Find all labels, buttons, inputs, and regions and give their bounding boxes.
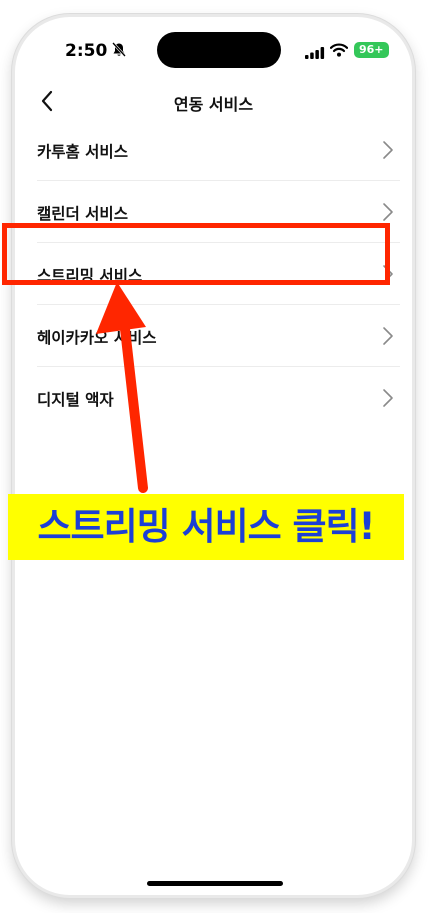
nav-bar: 연동 서비스: [15, 83, 412, 121]
chevron-right-icon: [382, 202, 394, 222]
annotation-banner: 스트리밍 서비스 클릭!: [8, 494, 404, 560]
status-bar: 2:50 96+: [15, 17, 412, 83]
bell-slash-icon: [112, 42, 126, 62]
menu-item-streaming[interactable]: 스트리밍 서비스: [37, 243, 400, 305]
menu-item-label: 스트리밍 서비스: [37, 267, 143, 285]
service-list: 카투홈 서비스 캘린더 서비스 스트리밍 서비스 헤이카카오 서비스 디지털 액…: [37, 119, 400, 428]
menu-item-hey-kakao[interactable]: 헤이카카오 서비스: [37, 305, 400, 367]
page-title: 연동 서비스: [173, 95, 254, 114]
chevron-right-icon: [382, 326, 394, 346]
battery-indicator: 96+: [354, 42, 389, 58]
chevron-right-icon: [382, 140, 394, 160]
menu-item-digital-frame[interactable]: 디지털 액자: [37, 367, 400, 428]
home-indicator[interactable]: [147, 881, 283, 886]
menu-item-label: 디지털 액자: [37, 391, 114, 409]
menu-item-label: 캘린더 서비스: [37, 205, 128, 223]
status-time: 2:50: [65, 41, 108, 61]
chevron-right-icon: [382, 388, 394, 408]
menu-item-label: 카투홈 서비스: [37, 143, 128, 161]
menu-item-kakao-home[interactable]: 카투홈 서비스: [37, 119, 400, 181]
chevron-right-icon: [382, 264, 394, 284]
cellular-signal-icon: [305, 44, 325, 63]
menu-item-calendar[interactable]: 캘린더 서비스: [37, 181, 400, 243]
menu-item-label: 헤이카카오 서비스: [37, 329, 157, 347]
dynamic-island: [157, 32, 281, 68]
wifi-icon: [329, 42, 349, 61]
phone-screen: 2:50 96+ 연동 서비스 카투홈 서비스 캘린더 서비스 스트리밍 서비스…: [12, 14, 415, 898]
